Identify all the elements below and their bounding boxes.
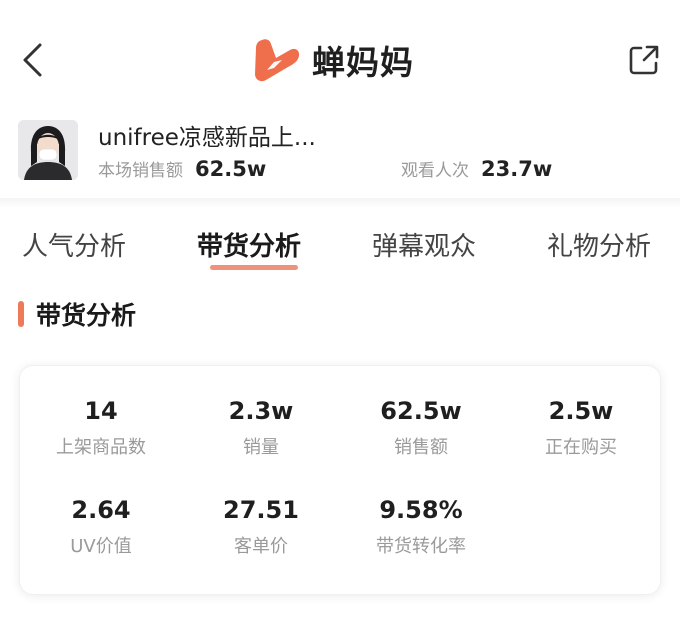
- metric-value: 2.3w: [228, 397, 294, 425]
- live-room-title: unifree凉感新品上...: [98, 125, 316, 151]
- section-header: 带货分析: [18, 294, 136, 334]
- metric-item: 9.58% 带货转化率: [341, 493, 501, 559]
- metric-label: 销量: [243, 437, 279, 458]
- views-stat: 观看人次 23.7w: [401, 156, 552, 181]
- metric-item: 62.5w 销售额: [341, 394, 501, 460]
- live-room-info[interactable]: unifree凉感新品上... 本场销售额 62.5w 观看人次 23.7w: [18, 118, 668, 184]
- sales-amount-value: 62.5w: [195, 157, 267, 181]
- chevron-left-icon: [23, 43, 42, 77]
- tab-comments-audience[interactable]: 弹幕观众: [372, 226, 476, 263]
- metric-value: 14: [84, 397, 118, 425]
- metric-label: 正在购买: [545, 437, 617, 458]
- sales-metrics-card: 14 上架商品数 2.3w 销量 62.5w 销售额 2.5w 正在购买 2.6…: [19, 365, 661, 595]
- metric-label: 客单价: [234, 536, 288, 557]
- sales-amount-label: 本场销售额: [98, 161, 183, 181]
- avatar: [18, 120, 78, 180]
- metric-label: 上架商品数: [56, 437, 146, 458]
- app-name: 蝉妈妈: [312, 43, 414, 82]
- metric-item: 14 上架商品数: [21, 394, 181, 460]
- tab-sales[interactable]: 带货分析: [197, 226, 301, 263]
- section-divider: [0, 198, 680, 208]
- metric-item: 27.51 客单价: [181, 493, 341, 559]
- metric-value: 2.5w: [548, 397, 614, 425]
- app-header: 蝉妈妈: [0, 0, 680, 112]
- views-value: 23.7w: [481, 157, 553, 181]
- metric-value: 62.5w: [380, 397, 462, 425]
- metric-value: 27.51: [223, 496, 299, 524]
- metric-item: 2.5w 正在购买: [501, 394, 661, 460]
- tab-gifts[interactable]: 礼物分析: [547, 226, 651, 263]
- active-tab-indicator: [210, 265, 298, 270]
- brand: 蝉妈妈: [252, 36, 414, 84]
- section-accent-bar: [18, 301, 24, 327]
- metric-item: 2.64 UV价值: [21, 493, 181, 559]
- metric-label: UV价值: [70, 536, 132, 557]
- share-button[interactable]: [624, 40, 664, 80]
- metric-value: 9.58%: [379, 496, 463, 524]
- back-button[interactable]: [14, 38, 50, 82]
- share-icon: [629, 45, 659, 75]
- metric-value: 2.64: [71, 496, 131, 524]
- metric-label: 销售额: [394, 437, 448, 458]
- sales-amount-stat: 本场销售额 62.5w: [98, 156, 266, 181]
- section-title: 带货分析: [36, 301, 137, 330]
- chanmama-logo-icon: [255, 39, 300, 82]
- tab-popularity[interactable]: 人气分析: [22, 226, 126, 263]
- metric-item: 2.3w 销量: [181, 394, 341, 460]
- metric-label: 带货转化率: [376, 536, 466, 557]
- analysis-tabs: 人气分析 带货分析 弹幕观众 礼物分析: [0, 212, 680, 276]
- views-label: 观看人次: [401, 161, 469, 181]
